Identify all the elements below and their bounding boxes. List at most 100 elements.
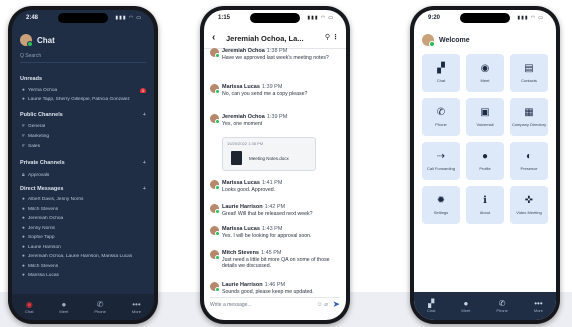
nav-label: Meet bbox=[59, 309, 69, 314]
list-item[interactable]: 🔒︎ Approvals bbox=[22, 172, 146, 178]
list-item[interactable]: # Sales bbox=[22, 144, 146, 149]
message-time: 1:38 PM bbox=[266, 48, 288, 54]
list-item[interactable]: # Marketing bbox=[22, 134, 146, 139]
status-time: 2:48 bbox=[26, 15, 39, 21]
add-icon[interactable]: + bbox=[143, 112, 146, 118]
author-name: Jeremiah Ochoa bbox=[222, 114, 265, 120]
phone-icon: ✆ bbox=[96, 300, 104, 309]
list-item-label: Yerma Ochoa bbox=[28, 88, 58, 93]
nav-label: Chat bbox=[426, 308, 436, 313]
list-item-label: Albert Davis, Jenny Norris bbox=[28, 197, 84, 202]
author-name: Laurie Harrison bbox=[222, 204, 263, 210]
nav-phone[interactable]: ✆ Phone bbox=[94, 300, 106, 314]
phone-conversation: 1:15 ▮▮▮ ◠ ▭ ‹ Jeremiah Ochoa, La... ⚲ ⋮… bbox=[200, 6, 350, 324]
meet-icon: ● bbox=[61, 300, 67, 309]
list-item[interactable]: ● Yerma Ochoa 1 bbox=[22, 88, 146, 93]
section-private-channels[interactable]: Private Channels + bbox=[20, 160, 146, 166]
file-attachment[interactable]: 10/20/2022 1:38 PM Meeting Notes.docx bbox=[222, 137, 316, 171]
meet-icon: ● bbox=[463, 299, 469, 308]
add-icon[interactable]: + bbox=[143, 186, 146, 192]
feature-grid: ▞ Chat ◉ Meet ▤ Contacts ✆ Phone ▣ Voicemail ▦ Comp… bbox=[422, 54, 548, 224]
author-name: Jeremiah Ochoa bbox=[222, 48, 265, 54]
avatar[interactable] bbox=[20, 34, 33, 47]
chat-list-screen: 2:48 ▮▮▮ ◠ ▭ Chat Q Search Unreads ● Yerm… bbox=[12, 10, 154, 320]
tile-voicemail[interactable]: ▣ Voicemail bbox=[466, 98, 504, 136]
avatar[interactable] bbox=[210, 84, 220, 94]
more-options-icon[interactable]: ⋮ bbox=[332, 33, 339, 41]
nav-more[interactable]: ••• More bbox=[132, 300, 141, 314]
list-item[interactable]: ● Mitch Stevens bbox=[22, 207, 146, 212]
nav-phone[interactable]: ✆ Phone bbox=[496, 299, 508, 313]
search-icon[interactable]: ⚲ bbox=[325, 33, 330, 41]
avatar[interactable] bbox=[210, 114, 220, 124]
avatar[interactable] bbox=[210, 250, 220, 260]
add-icon[interactable]: + bbox=[143, 160, 146, 166]
search-input[interactable]: Q Search bbox=[20, 50, 146, 63]
tile-profile[interactable]: ● Profile bbox=[466, 142, 504, 180]
list-item[interactable]: ● Jeremiah Ochoa, Laurie Harrison, Mariss… bbox=[22, 254, 146, 259]
section-label: Public Channels bbox=[20, 112, 63, 118]
tile-contacts[interactable]: ▤ Contacts bbox=[510, 54, 548, 92]
message-input[interactable]: Write a message... ☺ ⌀ ➤ bbox=[210, 297, 340, 312]
contacts-icon: ▤ bbox=[524, 62, 534, 74]
message-time: 1:46 PM bbox=[264, 282, 286, 288]
back-icon[interactable]: ‹ bbox=[212, 32, 215, 43]
nav-chat[interactable]: ◉ Chat bbox=[25, 300, 33, 314]
avatar[interactable] bbox=[210, 226, 220, 236]
nav-meet[interactable]: ● Meet bbox=[59, 300, 68, 314]
avatar[interactable] bbox=[210, 48, 220, 58]
video-meeting-icon: ✜ bbox=[524, 194, 534, 206]
list-item[interactable]: ● Jeremiah Ochoa bbox=[22, 216, 146, 221]
tile-settings[interactable]: ✹ Settings bbox=[422, 186, 460, 224]
avatar[interactable] bbox=[210, 282, 220, 292]
avatar[interactable] bbox=[210, 204, 220, 214]
tile-about[interactable]: ℹ About bbox=[466, 186, 504, 224]
tile-label: Settings bbox=[433, 209, 449, 215]
section-public-channels[interactable]: Public Channels + bbox=[20, 112, 146, 118]
list-item-label: Laurie Harrison bbox=[28, 244, 61, 250]
tile-company-directory[interactable]: ▦ Company Directory bbox=[510, 98, 548, 136]
tile-label: About bbox=[479, 209, 491, 215]
list-item[interactable]: ● Sophie Tapp bbox=[22, 235, 146, 240]
message-text: Just need a little bit more QA on some o… bbox=[222, 257, 330, 270]
nav-more[interactable]: ••• More bbox=[534, 299, 543, 313]
tile-call-forwarding[interactable]: ⇢ Call Forwarding bbox=[422, 142, 460, 180]
file-timestamp: 10/20/2022 1:38 PM bbox=[227, 141, 264, 146]
tile-chat[interactable]: ▞ Chat bbox=[422, 54, 460, 92]
list-item[interactable]: ● Laurie Harrison bbox=[22, 245, 146, 250]
tile-phone[interactable]: ✆ Phone bbox=[422, 98, 460, 136]
emoji-attach-icons[interactable]: ☺ ⌀ bbox=[317, 298, 328, 312]
list-item[interactable]: ● Laurie Tapp, Sherry Gillespie, Patricia… bbox=[22, 97, 146, 102]
chat-icon: ◉ bbox=[25, 300, 33, 309]
section-direct-messages[interactable]: Direct Messages + bbox=[20, 186, 146, 192]
tile-video-meeting[interactable]: ✜ Video Meeting bbox=[510, 186, 548, 224]
chat-icon: ▞ bbox=[428, 299, 435, 308]
list-item-label: General bbox=[28, 124, 46, 129]
message-author: Laurie Harrison 1:42 PM bbox=[222, 204, 285, 210]
nav-label: More bbox=[131, 309, 141, 314]
list-item[interactable]: # General bbox=[22, 124, 146, 129]
nav-label: Phone bbox=[94, 309, 106, 314]
message-author: Jeremiah Ochoa 1:39 PM bbox=[222, 114, 287, 120]
file-name: Meeting Notes.docx bbox=[249, 156, 289, 161]
avatar[interactable] bbox=[210, 180, 220, 190]
tile-label: Phone bbox=[435, 121, 447, 127]
presence-icon: ◐ bbox=[525, 150, 533, 162]
list-item-label: Marketing bbox=[28, 134, 50, 139]
list-item[interactable]: ● Albert Davis, Jenny Norris bbox=[22, 197, 146, 202]
tile-label: Chat bbox=[436, 77, 446, 83]
chat-header: Chat bbox=[20, 34, 55, 47]
nav-chat[interactable]: ▞ Chat bbox=[427, 299, 435, 313]
avatar[interactable] bbox=[422, 34, 435, 47]
tile-meet[interactable]: ◉ Meet bbox=[466, 54, 504, 92]
chat-icon: ▞ bbox=[437, 62, 445, 74]
tile-presence[interactable]: ◐ Presence bbox=[510, 142, 548, 180]
send-icon[interactable]: ➤ bbox=[332, 297, 340, 311]
message-author: Marissa Lucas 1:39 PM bbox=[222, 84, 282, 90]
phone-chat-list: 2:48 ▮▮▮ ◠ ▭ Chat Q Search Unreads ● Yerm… bbox=[8, 6, 158, 324]
list-item[interactable]: ● Jenny Norris bbox=[22, 226, 146, 231]
message-author: Laurie Harrison 1:46 PM bbox=[222, 282, 285, 288]
list-item[interactable]: ● Mitch Stevens bbox=[22, 264, 146, 269]
nav-meet[interactable]: ● Meet bbox=[461, 299, 470, 313]
list-item[interactable]: ● Marissa Lucas bbox=[22, 273, 146, 278]
